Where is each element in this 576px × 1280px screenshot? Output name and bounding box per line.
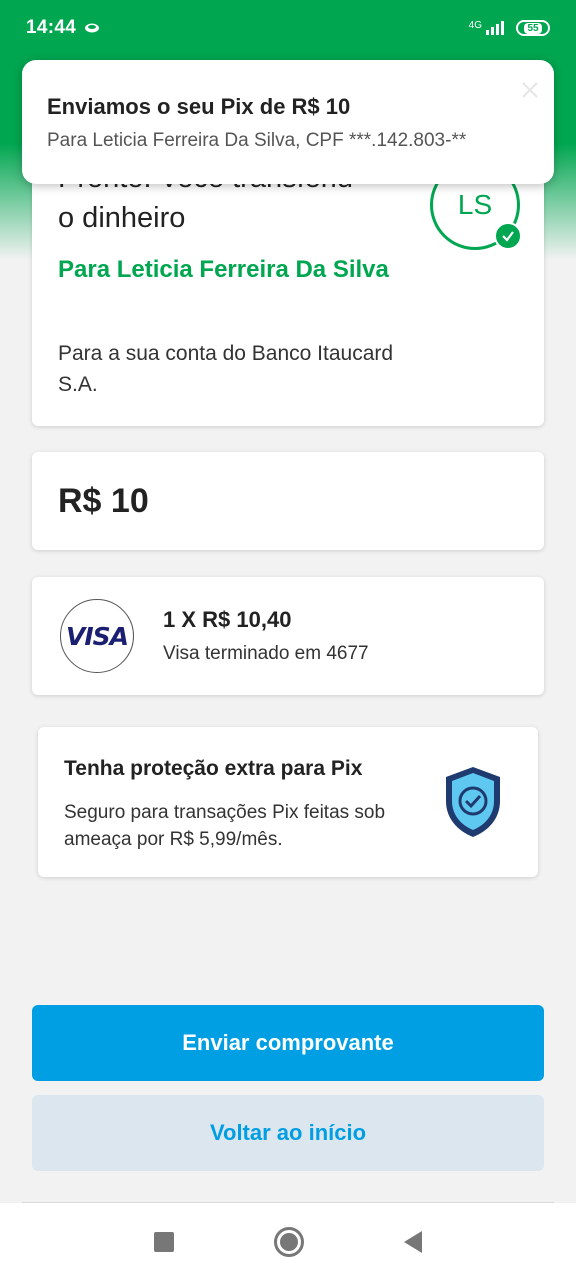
battery-icon: 55 (516, 20, 550, 36)
back-icon[interactable] (404, 1230, 422, 1253)
push-notification[interactable]: Enviamos o seu Pix de R$ 10 Para Leticia… (22, 60, 554, 184)
visa-icon: VISA (60, 599, 134, 673)
payment-method-card: VISA 1 X R$ 10,40 Visa terminado em 4677 (32, 577, 544, 695)
network-type: 4G (468, 20, 482, 31)
recipient-name: Para Leticia Ferreira Da Silva (58, 256, 389, 283)
pix-protection-card[interactable]: Tenha proteção extra para Pix Seguro par… (38, 727, 538, 877)
check-icon (494, 222, 522, 250)
notification-body: Para Leticia Ferreira Da Silva, CPF ***.… (47, 130, 467, 151)
battery-level: 55 (524, 22, 542, 34)
notification-title: Enviamos o seu Pix de R$ 10 (47, 94, 351, 119)
shield-check-icon (446, 767, 500, 837)
protection-title: Tenha proteção extra para Pix (64, 757, 363, 780)
status-bar: 14:44 4G 55 (0, 0, 576, 56)
back-home-button[interactable]: Voltar ao início (32, 1095, 544, 1171)
card-brand: VISA (65, 621, 129, 651)
close-icon[interactable] (520, 80, 540, 100)
home-icon[interactable] (274, 1226, 304, 1257)
recent-apps-icon[interactable] (154, 1231, 174, 1252)
message-icon (85, 23, 100, 33)
signal-icon: 4G (469, 21, 504, 35)
protection-description: Seguro para transações Pix feitas sob am… (64, 802, 386, 850)
card-description: Visa terminado em 4677 (163, 643, 369, 664)
success-title-line2: o dinheiro (58, 202, 186, 234)
status-time: 14:44 (26, 17, 77, 38)
avatar-initials: LS (457, 189, 493, 220)
send-receipt-button[interactable]: Enviar comprovante (32, 1005, 544, 1081)
installments: 1 X R$ 10,40 (163, 607, 292, 632)
system-navigation-bar (0, 1203, 576, 1280)
transfer-amount: R$ 10 (58, 481, 149, 520)
amount-card: R$ 10 (32, 452, 544, 550)
recipient-bank: Para a sua conta do Banco Itaucard S.A. (58, 342, 394, 396)
